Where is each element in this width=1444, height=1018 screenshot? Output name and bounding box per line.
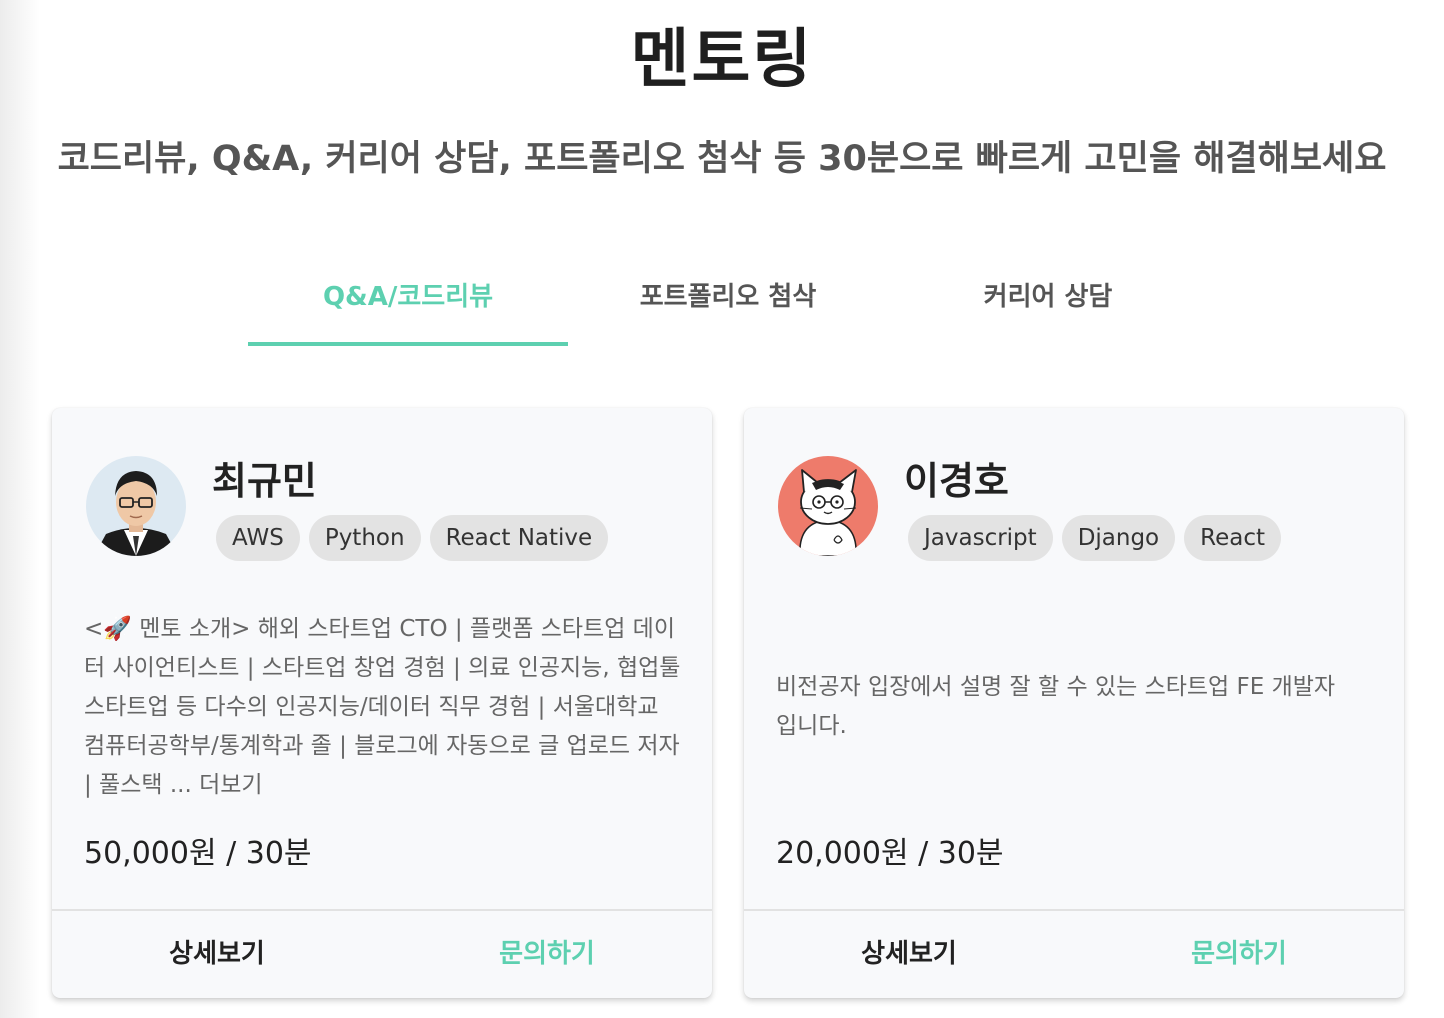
- mentor-description: <🚀 멘토 소개> 해외 스타트업 CTO | 플랫폼 스타트업 데이터 사이언…: [84, 616, 681, 798]
- page-subtitle: 코드리뷰, Q&A, 커리어 상담, 포트폴리오 첨삭 등 30분으로 빠르게 …: [57, 139, 1387, 179]
- cat-illustration-icon: [778, 456, 878, 556]
- mentor-card: 최규민 AWS Python React Native <🚀 멘토 소개> 해외…: [52, 408, 712, 998]
- skill-tags: AWS Python React Native: [216, 515, 609, 561]
- inquire-button[interactable]: 문의하기: [1074, 911, 1404, 998]
- mentoring-page: 멘토링 코드리뷰, Q&A, 커리어 상담, 포트폴리오 첨삭 등 30분으로 …: [0, 0, 1444, 1018]
- tab-qa-code-review[interactable]: Q&A/코드리뷰: [248, 272, 568, 346]
- mentoring-price: 50,000원 / 30분: [84, 836, 312, 871]
- skill-tag: Django: [1061, 515, 1176, 561]
- skill-tag: Python: [308, 515, 421, 561]
- skill-tag: React Native: [429, 515, 609, 561]
- tab-portfolio-review[interactable]: 포트폴리오 첨삭: [568, 272, 888, 346]
- mentor-card: 이경호 Javascript Django React 비전공자 입장에서 설명…: [744, 408, 1404, 998]
- detail-button[interactable]: 상세보기: [744, 911, 1074, 998]
- skill-tag: Javascript: [908, 515, 1053, 561]
- inquire-button[interactable]: 문의하기: [382, 911, 712, 998]
- person-photo-icon: [86, 456, 186, 556]
- tab-career-consulting[interactable]: 커리어 상담: [888, 272, 1208, 346]
- mentor-name: 이경호: [904, 459, 1009, 503]
- mentoring-price: 20,000원 / 30분: [776, 836, 1004, 871]
- category-tabs: Q&A/코드리뷰 포트폴리오 첨삭 커리어 상담: [248, 272, 1208, 346]
- skill-tag: React: [1184, 515, 1281, 561]
- mentor-name: 최규민: [212, 459, 317, 503]
- detail-button[interactable]: 상세보기: [52, 911, 382, 998]
- skill-tag: AWS: [216, 515, 300, 561]
- page-title: 멘토링: [630, 23, 814, 97]
- skill-tags: Javascript Django React: [908, 515, 1281, 561]
- mentor-description: 비전공자 입장에서 설명 잘 할 수 있는 스타트업 FE 개발자입니다.: [776, 674, 1336, 739]
